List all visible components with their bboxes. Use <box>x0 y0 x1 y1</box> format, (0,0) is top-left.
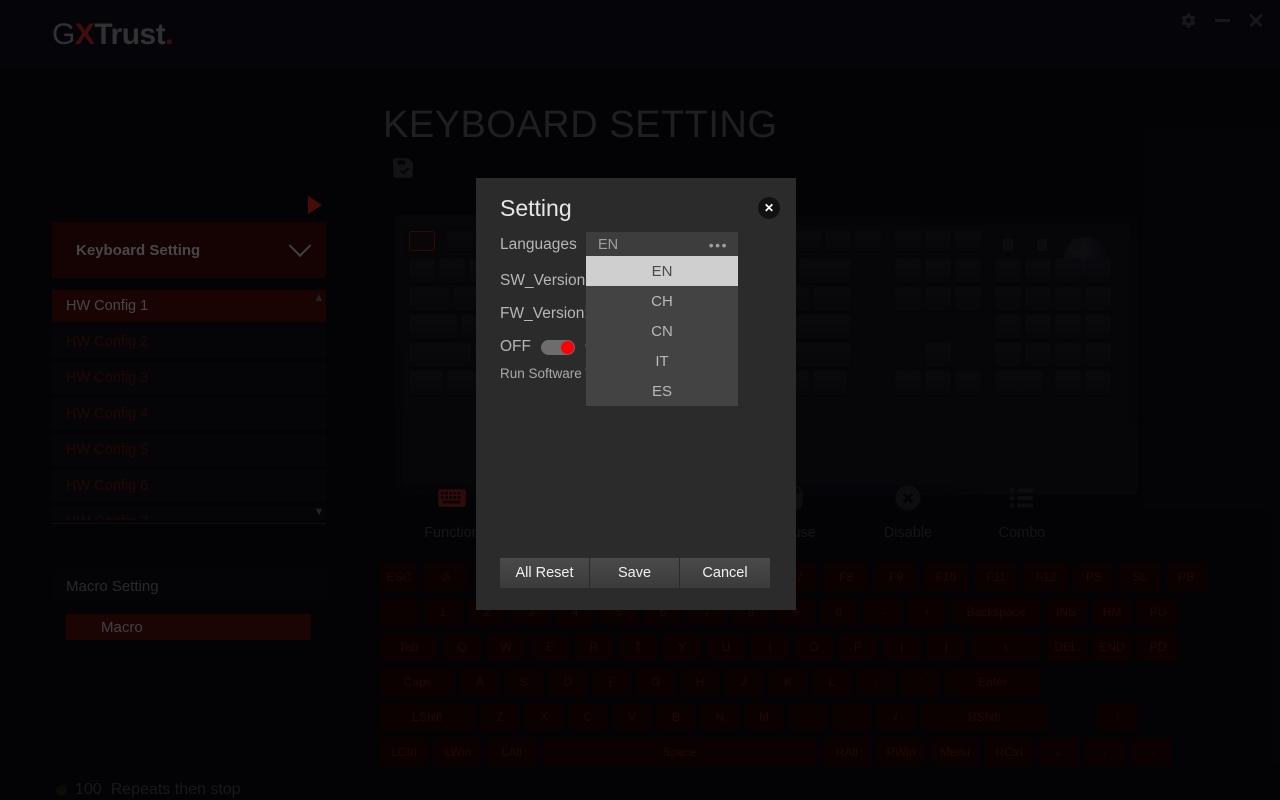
languages-combobox[interactable]: EN ••• <box>586 232 738 258</box>
cancel-button[interactable]: Cancel <box>680 558 770 588</box>
languages-row: Languages EN ••• <box>500 232 738 258</box>
dialog-title: Setting <box>500 195 572 221</box>
toggle-off-label: OFF <box>500 338 531 355</box>
toggle-knob <box>561 340 574 354</box>
all-reset-button[interactable]: All Reset <box>500 558 590 588</box>
dialog-buttons: All Reset Save Cancel <box>500 558 770 588</box>
languages-label: Languages <box>500 236 577 253</box>
save-button[interactable]: Save <box>590 558 680 588</box>
language-option[interactable]: CH <box>586 286 738 316</box>
language-option[interactable]: CN <box>586 316 738 346</box>
sw-version-label: SW_Version: <box>500 272 590 289</box>
startup-toggle-switch[interactable] <box>541 339 575 355</box>
language-option[interactable]: IT <box>586 346 738 376</box>
dialog-close-button[interactable]: ✕ <box>758 197 780 219</box>
app-window: GXTrust. Keyboard Setting HW Config 1HW … <box>0 0 1280 800</box>
fw-version-label: FW_Version: <box>500 305 589 322</box>
setting-dialog: Setting ✕ Languages EN ••• EN CH CN IT ES SW… <box>476 178 796 610</box>
language-option[interactable]: EN <box>586 256 738 286</box>
languages-selected-value: EN <box>598 237 619 253</box>
languages-dropdown-list[interactable]: EN CH CN IT ES <box>586 256 738 406</box>
language-option[interactable]: ES <box>586 376 738 406</box>
dropdown-dots-icon: ••• <box>708 237 728 253</box>
